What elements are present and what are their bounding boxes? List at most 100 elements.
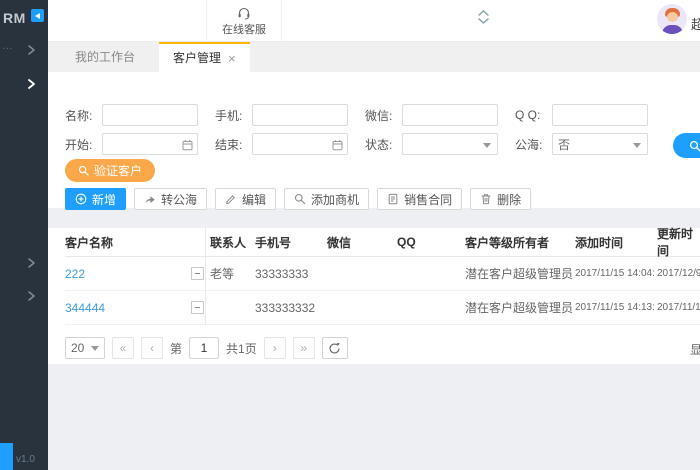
cell-updated-time: 2017/12/9 17 <box>657 268 700 279</box>
status-select[interactable] <box>402 133 498 155</box>
add-opportunity-button[interactable]: 添加商机 <box>284 188 370 210</box>
trash-icon <box>480 193 492 205</box>
table-row[interactable]: 344444 333333332 潜在客户 超级管理员 2017/11/15 1… <box>65 291 700 325</box>
filter-name: 名称: <box>65 104 215 126</box>
filter-start-date: 开始: <box>65 133 215 155</box>
to-public-sea-label: 转公海 <box>161 192 198 207</box>
table-row[interactable]: 222 老等 33333333 潜在客户 超级管理员 2017/11/15 14… <box>65 257 700 291</box>
customer-name-link[interactable]: 344444 <box>65 301 105 315</box>
main-content: 名称: 手机: 微信: Q Q: 开始: 结束: 状态: 公海: 否 验证客户 … <box>48 72 700 470</box>
chevron-down-icon[interactable] <box>477 17 490 25</box>
filter-end-date: 结束: <box>215 133 365 155</box>
tab-workbench[interactable]: 我的工作台 <box>61 42 149 72</box>
add-button-label: 新增 <box>92 192 117 207</box>
to-public-sea-button[interactable]: 转公海 <box>134 188 208 210</box>
start-date-input[interactable] <box>102 133 198 155</box>
collapse-left-icon <box>35 12 40 19</box>
username-truncated: 超 <box>691 17 700 32</box>
floating-widget[interactable] <box>0 443 13 470</box>
close-icon[interactable]: × <box>228 45 236 72</box>
sales-contract-label: 销售合同 <box>404 192 453 207</box>
tab-customer-mgmt-label: 客户管理 <box>173 50 222 65</box>
avatar[interactable] <box>657 4 687 34</box>
sales-contract-button[interactable]: 销售合同 <box>377 188 463 210</box>
sidebar-item-2-active[interactable] <box>0 71 48 97</box>
first-page-button[interactable]: « <box>112 337 134 359</box>
expand-row-icon[interactable] <box>191 301 204 314</box>
cell-contact: 老等 <box>210 267 235 281</box>
name-label: 名称: <box>65 108 93 123</box>
customer-name-link[interactable]: 222 <box>65 267 85 281</box>
tab-customer-mgmt[interactable]: 客户管理 × <box>159 42 250 72</box>
table-header-row: 客户名称 联系人 手机号 微信 QQ 客户等级 所有者 添加时间 更新时间 <box>65 227 700 258</box>
refresh-button[interactable] <box>321 337 348 359</box>
chevron-right-icon <box>26 44 37 56</box>
search-icon <box>78 165 89 176</box>
public-sea-label: 公海: <box>515 137 543 152</box>
filter-public-sea: 公海: 否 <box>515 133 665 155</box>
phone-input[interactable] <box>252 104 348 126</box>
qq-label: Q Q: <box>515 108 541 122</box>
chevron-up-icon[interactable] <box>477 9 490 17</box>
cell-added-time: 2017/11/15 14:13: <box>575 302 655 313</box>
record-info-truncated: 显示 <box>690 343 700 357</box>
edit-button[interactable]: 编辑 <box>215 188 277 210</box>
search-icon <box>689 140 700 152</box>
next-page-button[interactable]: › <box>263 337 286 359</box>
verify-customer-label: 验证客户 <box>94 164 143 178</box>
col-header-contact: 联系人 <box>210 235 247 250</box>
sidebar-item-1[interactable] <box>0 37 48 63</box>
sidebar-item-4[interactable] <box>0 283 48 309</box>
header-arrows <box>477 9 490 25</box>
sidebar-item-3[interactable] <box>0 250 48 276</box>
prev-page-button[interactable]: ‹ <box>141 337 163 359</box>
chevron-right-icon <box>26 257 37 269</box>
cell-level: 潜在客户 <box>465 267 514 281</box>
delete-button-label: 删除 <box>497 192 522 207</box>
add-opportunity-label: 添加商机 <box>311 192 360 207</box>
public-sea-select-value: 否 <box>558 137 571 152</box>
cell-phone: 333333332 <box>255 300 316 315</box>
public-sea-select[interactable]: 否 <box>552 133 648 155</box>
cell-owner: 超级管理员 <box>513 301 574 315</box>
col-header-added: 添加时间 <box>575 235 624 250</box>
qq-input[interactable] <box>552 104 648 126</box>
filter-row-2: 开始: 结束: 状态: 公海: 否 <box>65 133 700 155</box>
add-button[interactable]: 新增 <box>65 188 127 210</box>
chevron-right-icon <box>26 290 37 302</box>
refresh-icon <box>328 342 341 355</box>
sidebar: RM … v1.0 <box>0 0 48 470</box>
col-header-level: 客户等级 <box>465 235 514 250</box>
col-header-qq: QQ <box>397 235 416 249</box>
expand-row-icon[interactable] <box>191 267 204 280</box>
pencil-icon <box>225 193 237 205</box>
last-page-button[interactable]: » <box>292 337 315 359</box>
caret-down-icon <box>633 143 641 148</box>
page-size-select[interactable]: 20 <box>65 337 105 359</box>
col-header-updated: 更新时间 <box>657 227 694 258</box>
sidebar-collapse-button[interactable] <box>31 9 44 22</box>
end-date-input[interactable] <box>252 133 348 155</box>
cell-phone: 33333333 <box>255 266 309 281</box>
filter-status: 状态: <box>365 133 515 155</box>
cell-updated-time: 2017/11/15 1 <box>657 302 700 313</box>
caret-down-icon <box>483 143 491 148</box>
col-header-phone: 手机号 <box>255 235 292 250</box>
delete-button[interactable]: 删除 <box>470 188 532 210</box>
name-input[interactable] <box>102 104 198 126</box>
search-button[interactable]: 搜索 <box>673 133 700 158</box>
total-pages: 共1页 <box>226 341 257 356</box>
calendar-icon <box>332 139 343 151</box>
online-service-button[interactable]: 在线客服 <box>206 0 282 41</box>
toolbar: 新增 转公海 编辑 添加商机 销售合同 删除 <box>65 188 700 210</box>
page-prefix: 第 <box>170 341 183 356</box>
search-icon <box>294 193 306 205</box>
verify-customer-button[interactable]: 验证客户 <box>65 159 156 182</box>
cell-owner: 超级管理员 <box>513 267 574 281</box>
app-version: v1.0 <box>16 454 35 465</box>
tab-workbench-label: 我的工作台 <box>75 50 136 64</box>
wechat-input[interactable] <box>402 104 498 126</box>
page-number-input[interactable] <box>189 337 220 359</box>
status-label: 状态: <box>365 137 393 152</box>
avatar-face <box>667 12 678 22</box>
